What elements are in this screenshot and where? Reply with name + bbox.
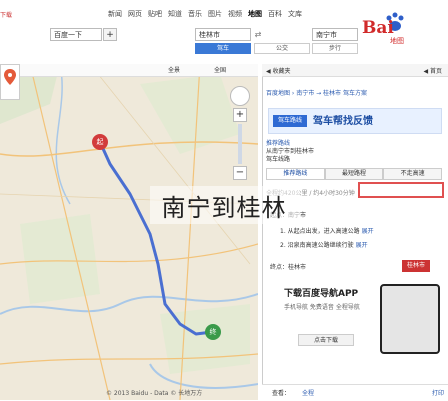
map-canvas[interactable]	[0, 64, 258, 400]
route-from-field[interactable]: 南宁市	[312, 28, 358, 41]
app-ad-sub: 手机导航 免费语音 全程导航	[284, 304, 360, 311]
nav-item[interactable]: 地图	[248, 9, 262, 21]
map-footer: © 2013 Baidu - Data © 长地万方	[0, 384, 258, 400]
end-label: 终点：桂林市	[270, 264, 307, 271]
nav-item[interactable]: 图片	[208, 9, 222, 21]
tab-no-highway[interactable]: 不走高速	[383, 168, 443, 180]
map-copyright: © 2013 Baidu - Data © 长地万方	[106, 390, 203, 397]
caption: 南宁到桂林	[161, 194, 287, 222]
zoom-control[interactable]: + −	[230, 86, 250, 186]
strategy-tabs: 推荐路线 最短路程 不走高速	[266, 168, 443, 180]
panel-header: ◀ 收藏夹 ◀ 首页	[262, 64, 448, 77]
nav-item[interactable]: 音乐	[188, 9, 202, 21]
zoom-out-button[interactable]: −	[233, 166, 247, 180]
top-nav: 新闻 网页 贴吧 知道 音乐 图片 视频 地图 百科 文库	[108, 9, 302, 21]
step-expand-link[interactable]: 展开	[362, 228, 374, 235]
left-mini-panel[interactable]	[0, 64, 20, 100]
end-badge[interactable]: 桂林市	[402, 260, 430, 272]
search-input[interactable]: 百度一下	[50, 28, 102, 41]
ad-button[interactable]: 驾车路线	[273, 115, 307, 127]
ad-banner[interactable]: 驾车路线 驾车帮找反馈	[268, 108, 442, 134]
zoom-in-button[interactable]: +	[233, 108, 247, 122]
print-link[interactable]: 打印	[432, 388, 444, 397]
map-toolbar-left[interactable]: 全国	[214, 65, 226, 74]
logo-sub: 地图	[390, 37, 404, 45]
home-link[interactable]: ◀ 首页	[423, 66, 442, 75]
nav-item[interactable]: 文库	[288, 9, 302, 21]
step-expand-link[interactable]: 展开	[356, 242, 368, 249]
nav-item[interactable]: 视频	[228, 9, 242, 21]
app-ad[interactable]: 下载百度导航APP 手机导航 免费语音 全程导航 点击下载	[268, 280, 442, 356]
map-svg	[0, 64, 258, 400]
nav-item[interactable]: 百科	[268, 9, 282, 21]
baidu-map-logo[interactable]: Bai 地图	[362, 12, 442, 48]
tab-bus[interactable]: 公交	[254, 43, 310, 54]
route-step: 2. 沿泉南高速公路继续行驶 展开	[280, 240, 368, 249]
nav-item[interactable]: 新闻	[108, 9, 122, 21]
zoom-slider[interactable]	[238, 124, 242, 164]
breadcrumb[interactable]: 百度地图 › 南宁市 → 桂林市 驾车方案	[266, 88, 367, 97]
step-text: 1. 从起点出发，进入高速公路	[280, 228, 360, 235]
favorites-link[interactable]: ◀ 收藏夹	[266, 66, 291, 75]
map-toolbar-right[interactable]: 全景	[168, 65, 180, 74]
add-button[interactable]: +	[103, 28, 117, 41]
tab-walk[interactable]: 步行	[312, 43, 358, 54]
app-ad-title: 下载百度导航APP	[284, 289, 359, 299]
route-to-field[interactable]: 桂林市	[195, 28, 251, 41]
end-marker[interactable]: 终	[205, 324, 221, 340]
map-toolbar: 全景 全国	[0, 64, 258, 77]
footer-full-link[interactable]: 全程	[302, 388, 314, 397]
nav-item[interactable]: 知道	[168, 9, 182, 21]
nav-item[interactable]: 贴吧	[148, 9, 162, 21]
pan-control[interactable]	[230, 86, 250, 106]
tab-drive[interactable]: 驾车	[195, 43, 251, 54]
phone-image	[380, 284, 440, 354]
footer-label: 查看：	[272, 390, 291, 397]
nav-item[interactable]: 网页	[128, 9, 142, 21]
logo-text: Bai	[362, 18, 394, 38]
download-notice[interactable]: 下载	[0, 10, 60, 19]
step-text: 2. 沿泉南高速公路继续行驶	[280, 242, 354, 249]
location-pin-icon	[4, 69, 16, 85]
panel-footer: 查看： 全程 打印	[262, 384, 448, 401]
tab-recommended[interactable]: 推荐路线	[266, 168, 325, 180]
ad-title: 驾车帮找反馈	[313, 116, 373, 127]
tab-shortest[interactable]: 最短路程	[324, 168, 384, 180]
swap-icon[interactable]: ⇄	[252, 28, 264, 41]
route-step: 1. 从起点出发，进入高速公路 展开	[280, 226, 374, 235]
summary-sub: 驾车线路	[266, 156, 291, 163]
start-marker[interactable]: 起	[92, 134, 108, 150]
app-download-button[interactable]: 点击下载	[298, 334, 354, 346]
